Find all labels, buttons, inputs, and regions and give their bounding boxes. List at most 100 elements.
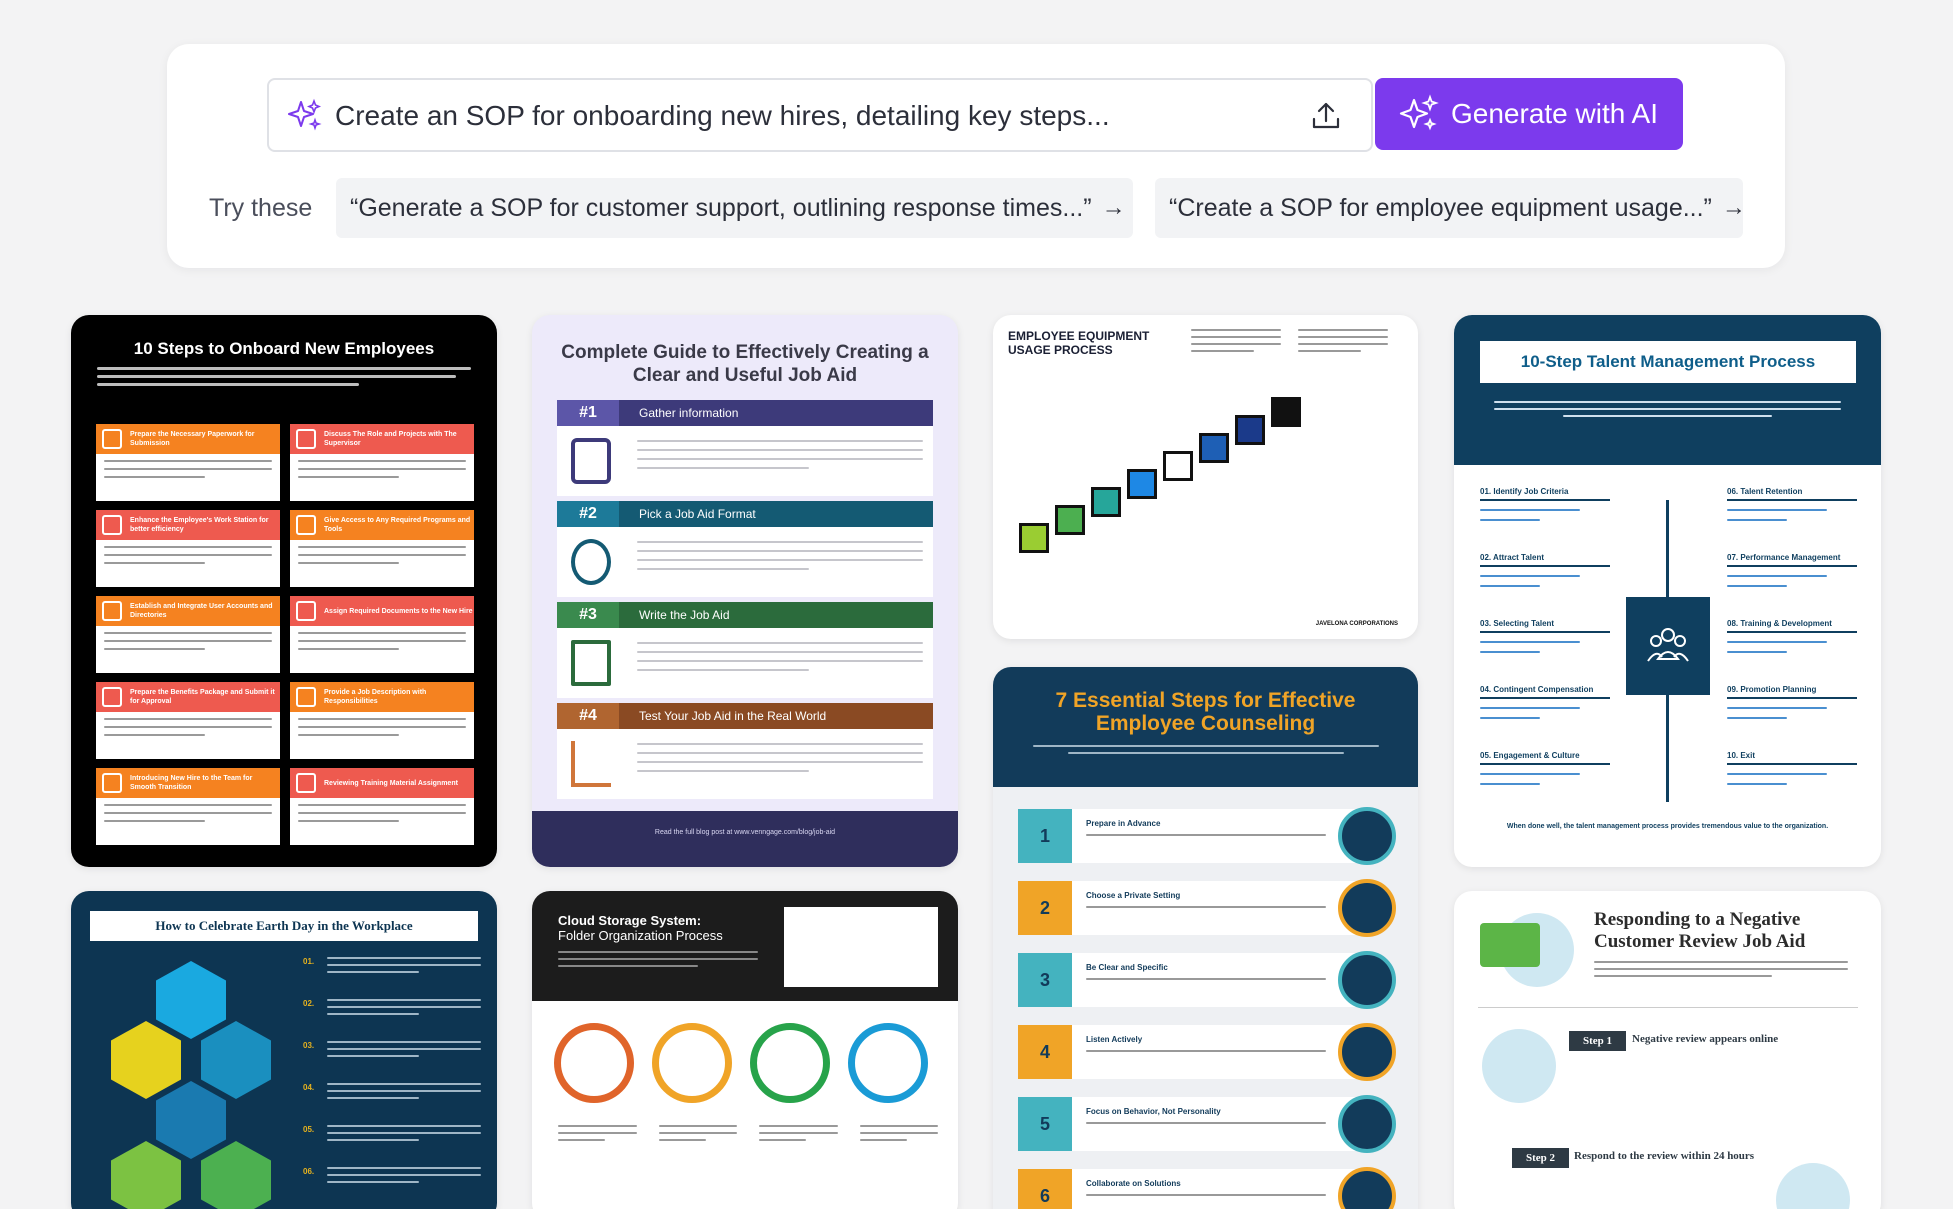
step-title: Collaborate on Solutions [1086, 1179, 1181, 1188]
step-number: 4 [1018, 1025, 1072, 1079]
step-card: Assign Required Documents to the New Hir… [290, 596, 474, 673]
list-number: 04. [303, 1083, 315, 1092]
sparkle-icon [1399, 94, 1439, 131]
clipboard-icon [571, 438, 611, 484]
header-band: 10-Step Talent Management Process [1454, 315, 1881, 465]
template-card-talent-management[interactable]: 10-Step Talent Management Process 01. Id… [1454, 315, 1881, 867]
step-number: 3 [1018, 953, 1072, 1007]
step-card: Enhance the Employee's Work Station for … [96, 510, 280, 587]
folder-icon [554, 1023, 634, 1103]
step-title: Enhance the Employee's Work Station for … [130, 517, 269, 533]
step-card: Prepare the Necessary Paperwork for Subm… [96, 424, 280, 501]
template-card-negative-review[interactable]: Responding to a Negative Customer Review… [1454, 891, 1881, 1209]
section-label: Gather information [639, 406, 739, 420]
step-badge: Step 1 [1569, 1031, 1627, 1051]
list-number: 03. [303, 1041, 315, 1050]
template-card-cloud-storage[interactable]: Cloud Storage System: Folder Organizatio… [532, 891, 958, 1209]
calendar-icon [1776, 1163, 1850, 1209]
item-heading: 07. Performance Management [1727, 553, 1857, 567]
folder-icon [848, 1023, 928, 1103]
brand-logo-text: JAVELONA CORPORATIONS [1315, 621, 1398, 627]
template-card-onboard-employees[interactable]: 10 Steps to Onboard New Employees Prepar… [71, 315, 497, 867]
section-number: #2 [557, 501, 619, 527]
step-title: Introducing New Hire to the Team for Smo… [130, 775, 253, 791]
template-card-equipment-usage[interactable]: EMPLOYEE EQUIPMENT USAGE PROCESS JAVELON… [993, 315, 1418, 639]
item-heading: 02. Attract Talent [1480, 553, 1610, 567]
step-badge: Step 2 [1512, 1148, 1570, 1168]
meta-box [784, 907, 938, 987]
prompt-input[interactable]: Create an SOP for onboarding new hires, … [267, 78, 1373, 152]
chat-bubble-icon [1480, 909, 1576, 989]
step-label: Respond to the review within 24 hours [1574, 1150, 1755, 1162]
step-card: Discuss The Role and Projects with The S… [290, 424, 474, 501]
list-number: 02. [303, 999, 315, 1008]
suggestion-chip-customer-support[interactable]: “Generate a SOP for customer support, ou… [336, 178, 1133, 238]
writing-hand-icon [571, 640, 611, 686]
template-title: How to Celebrate Earth Day in the Workpl… [90, 911, 478, 941]
step-title: Establish and Integrate User Accounts an… [130, 603, 273, 619]
template-intro [97, 367, 471, 401]
upload-icon[interactable] [1309, 99, 1343, 133]
numbered-list: 01. 02. 03. 04. 05. 06. [303, 957, 481, 1209]
item-heading: 03. Selecting Talent [1480, 619, 1610, 633]
counseling-step: 2 Choose a Private Setting [1018, 879, 1396, 937]
step-number: 5 [1018, 1097, 1072, 1151]
footer-text: Read the full blog post at www.venngage.… [654, 829, 836, 836]
step-card: Provide a Job Description with Responsib… [290, 682, 474, 759]
step-title: Be Clear and Specific [1086, 963, 1168, 972]
guide-section: #2 Pick a Job Aid Format [557, 501, 933, 597]
step-title: Focus on Behavior, Not Personality [1086, 1107, 1221, 1116]
step-number: 1 [1018, 809, 1072, 863]
prompt-input-text[interactable]: Create an SOP for onboarding new hires, … [335, 100, 1110, 132]
chat-icon [1338, 951, 1396, 1009]
arrow-right-icon: → [1721, 194, 1746, 221]
template-title: Responding to a Negative Customer Review… [1594, 909, 1806, 952]
meta-block [1191, 329, 1281, 357]
generate-with-ai-button[interactable]: Generate with AI [1375, 78, 1683, 150]
template-card-job-aid-guide[interactable]: Complete Guide to Effectively Creating a… [532, 315, 958, 867]
list-number: 06. [303, 1167, 315, 1176]
try-these-label: Try these [209, 194, 313, 222]
left-column: 01. Identify Job Criteria 02. Attract Ta… [1480, 487, 1610, 817]
title-line: Folder Organization Process [558, 928, 723, 943]
prompt-card: Create an SOP for onboarding new hires, … [167, 44, 1785, 268]
person-icon [1338, 1095, 1396, 1153]
step-title: Prepare the Benefits Package and Submit … [130, 689, 275, 705]
template-title: Cloud Storage System: Folder Organizatio… [558, 913, 723, 943]
document-icon [1482, 1029, 1556, 1103]
suggestion-chip-equipment-usage[interactable]: “Create a SOP for employee equipment usa… [1155, 178, 1746, 238]
item-heading: 08. Training & Development [1727, 619, 1857, 633]
step-title: Prepare in Advance [1086, 819, 1161, 828]
template-card-employee-counseling[interactable]: 7 Essential Steps for Effective Employee… [993, 667, 1418, 1209]
header-band: Cloud Storage System: Folder Organizatio… [532, 891, 958, 1001]
step-label: Negative review appears online [1632, 1033, 1779, 1045]
section-number: #3 [557, 602, 619, 628]
folder-icon [652, 1023, 732, 1103]
counseling-step: 6 Collaborate on Solutions [1018, 1167, 1396, 1209]
step-title: Assign Required Documents to the New Hir… [324, 607, 473, 615]
meta-block [1298, 329, 1388, 357]
suggestion-text: “Generate a SOP for customer support, ou… [350, 193, 1092, 222]
intro-text [1494, 401, 1841, 417]
step-title: Prepare the Necessary Paperwork for Subm… [130, 431, 255, 447]
title-line: EMPLOYEE EQUIPMENT [1008, 329, 1150, 343]
template-card-earth-day[interactable]: How to Celebrate Earth Day in the Workpl… [71, 891, 497, 1209]
item-heading: 09. Promotion Planning [1727, 685, 1857, 699]
template-title: 7 Essential Steps for Effective Employee… [1055, 689, 1356, 735]
list-number: 01. [303, 957, 315, 966]
ear-icon [1338, 1023, 1396, 1081]
guide-section: #1 Gather information [557, 400, 933, 496]
clipboard-icon [1338, 807, 1396, 865]
item-heading: 06. Talent Retention [1727, 487, 1857, 501]
column-text [558, 1125, 938, 1146]
template-title: 10 Steps to Onboard New Employees [133, 339, 435, 358]
step-title: Reviewing Training Material Assignment [324, 779, 458, 787]
item-heading: 10. Exit [1727, 751, 1857, 765]
right-column: 06. Talent Retention 07. Performance Man… [1727, 487, 1857, 817]
item-heading: 04. Contingent Compensation [1480, 685, 1610, 699]
section-label: Test Your Job Aid in the Real World [639, 709, 827, 723]
list-number: 05. [303, 1125, 315, 1134]
step-card: Give Access to Any Required Programs and… [290, 510, 474, 587]
steps-grid: Prepare the Necessary Paperwork for Subm… [96, 424, 474, 845]
step-title: Give Access to Any Required Programs and… [324, 517, 471, 533]
